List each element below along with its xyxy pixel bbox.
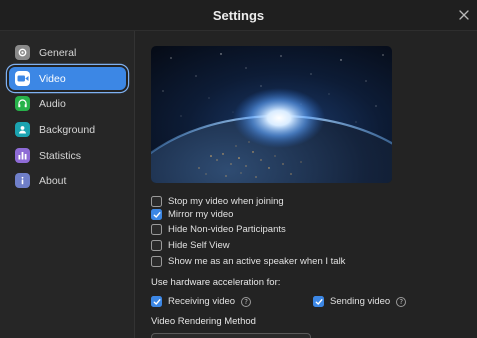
sidebar-item-label: Background	[39, 123, 96, 136]
sidebar-item-about[interactable]: About	[9, 169, 126, 192]
video-camera-icon	[15, 71, 30, 86]
sidebar-item-audio[interactable]: Audio	[9, 92, 126, 115]
checkmark-icon	[153, 298, 160, 305]
checkbox[interactable]	[151, 240, 162, 251]
sidebar-item-label: Audio	[39, 97, 66, 110]
option-hide-non-video[interactable]: Hide Non-video Participants	[151, 223, 286, 236]
sidebar-item-label: About	[39, 174, 67, 187]
sidebar-item-video[interactable]: Video	[9, 67, 126, 90]
help-icon[interactable]: ?	[241, 296, 252, 307]
checkmark-icon	[153, 211, 160, 218]
window-title: Settings	[212, 8, 265, 23]
checkbox[interactable]	[313, 296, 324, 307]
option-label: Hide Non-video Participants	[168, 224, 286, 235]
sidebar-item-general[interactable]: General	[9, 41, 126, 64]
settings-window: Settings General Video Audio Background …	[0, 0, 477, 338]
sidebar-item-label: General	[39, 46, 77, 59]
headphones-icon	[15, 96, 30, 111]
option-label: Receiving video	[168, 296, 236, 307]
checkbox[interactable]	[151, 209, 162, 220]
bar-chart-icon	[15, 148, 30, 163]
settings-sidebar: General Video Audio Background Statistic…	[0, 31, 135, 338]
video-preview	[151, 46, 392, 183]
option-label: Show me as an active speaker when I talk	[168, 256, 346, 267]
rendering-method-heading: Video Rendering Method	[151, 316, 256, 327]
sidebar-item-statistics[interactable]: Statistics	[9, 144, 126, 167]
earth-from-space-image	[151, 46, 392, 183]
sidebar-item-label: Video	[39, 72, 66, 85]
option-stop-video-joining[interactable]: Stop my video when joining	[151, 195, 284, 208]
option-label: Mirror my video	[168, 209, 234, 220]
checkbox[interactable]	[151, 256, 162, 267]
person-background-icon	[15, 122, 30, 137]
checkbox[interactable]	[151, 296, 162, 307]
video-settings-panel: Stop my video when joining Mirror my vid…	[136, 31, 477, 338]
option-hw-receiving[interactable]: Receiving video ?	[151, 295, 252, 308]
option-mirror-video[interactable]: Mirror my video	[151, 208, 233, 221]
hw-accel-heading: Use hardware acceleration for:	[151, 277, 281, 288]
sidebar-item-background[interactable]: Background	[9, 118, 126, 141]
option-label: Sending video	[330, 296, 391, 307]
option-label: Hide Self View	[168, 240, 230, 251]
option-active-speaker[interactable]: Show me as an active speaker when I talk	[151, 255, 345, 268]
checkbox[interactable]	[151, 196, 162, 207]
option-hw-sending[interactable]: Sending video ?	[313, 295, 407, 308]
close-button[interactable]	[457, 8, 471, 22]
rendering-method-dropdown[interactable]	[151, 333, 311, 338]
info-icon	[15, 173, 30, 188]
checkbox[interactable]	[151, 224, 162, 235]
help-icon[interactable]: ?	[396, 296, 407, 307]
option-label: Stop my video when joining	[168, 196, 284, 207]
option-hide-self-view[interactable]: Hide Self View	[151, 239, 230, 252]
title-bar: Settings	[0, 0, 477, 31]
sidebar-item-label: Statistics	[39, 149, 82, 162]
checkmark-icon	[315, 298, 322, 305]
gear-icon	[15, 45, 30, 60]
close-icon	[459, 10, 469, 20]
